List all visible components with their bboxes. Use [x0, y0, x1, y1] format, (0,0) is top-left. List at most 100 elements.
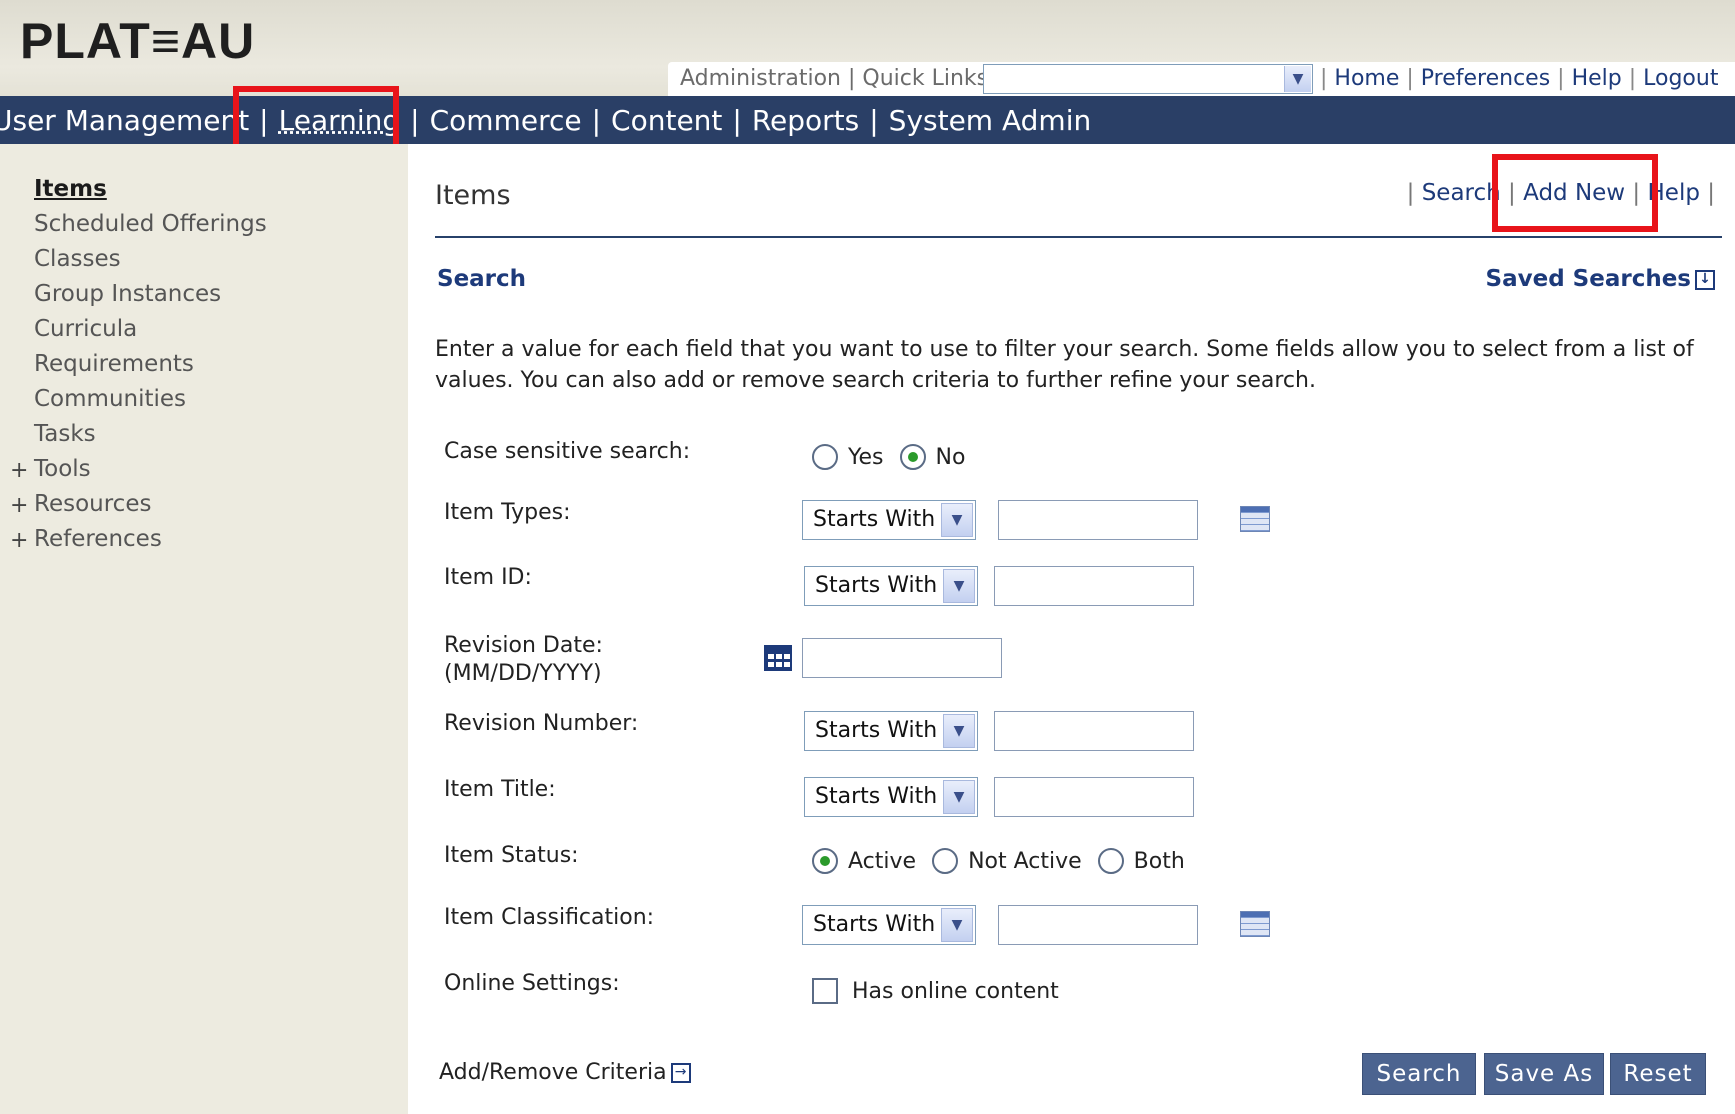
case-sensitive-no-radio[interactable] [899, 444, 926, 470]
item-title-input[interactable] [994, 777, 1194, 817]
item-types-label: Item Types: [444, 500, 571, 525]
sidebar-item-curricula[interactable]: Curricula [34, 316, 137, 342]
item-id-input[interactable] [994, 566, 1194, 606]
sidebar-item-tools[interactable]: Tools [34, 456, 91, 482]
sidebar-item-scheduled-offerings[interactable]: Scheduled Offerings [34, 211, 267, 237]
revision-number-operator-select[interactable]: Starts With ▼ [804, 711, 978, 751]
main-nav: User Management | Learning | Commerce | … [0, 96, 1735, 144]
revision-date-input[interactable] [802, 638, 1002, 678]
nav-commerce[interactable]: Commerce [424, 104, 588, 137]
action-links: | Search | Add New | Help | [1406, 180, 1715, 206]
help-link[interactable]: Help [1572, 66, 1622, 91]
chevron-down-icon[interactable]: ▼ [943, 714, 975, 748]
sidebar-item-items[interactable]: Items [34, 176, 107, 202]
chevron-down-icon[interactable]: ▼ [943, 569, 975, 603]
chevron-down-icon[interactable]: ▼ [941, 908, 973, 942]
item-classification-input[interactable] [998, 905, 1198, 945]
has-online-content-checkbox[interactable] [812, 978, 838, 1004]
search-link[interactable]: Search [1422, 180, 1501, 206]
revision-number-label: Revision Number: [444, 711, 639, 736]
item-types-operator-select[interactable]: Starts With ▼ [802, 500, 976, 540]
chevron-down-icon[interactable]: ▼ [943, 780, 975, 814]
item-classification-label: Item Classification: [444, 905, 655, 930]
add-remove-criteria-link[interactable]: Add/Remove Criteria → [439, 1060, 691, 1085]
case-sensitive-radio-group: Yes No [812, 444, 981, 470]
item-status-active-radio[interactable] [812, 848, 838, 874]
expand-down-icon[interactable]: ↓ [1695, 269, 1715, 290]
case-sensitive-no-label: No [935, 444, 966, 470]
reset-button[interactable]: Reset [1610, 1053, 1706, 1095]
sidebar-item-references[interactable]: References [34, 526, 162, 552]
has-online-content-label: Has online content [852, 979, 1059, 1004]
item-classification-operator-value: Starts With [813, 912, 936, 937]
page-title: Items [435, 180, 511, 211]
administration-quick-links-label: Administration | Quick Links: [680, 66, 996, 91]
item-id-operator-value: Starts With [815, 573, 938, 598]
item-id-label: Item ID: [444, 565, 532, 590]
quick-links-select[interactable]: ▼ [983, 64, 1313, 94]
saved-searches-toggle[interactable]: Saved Searches ↓ [1486, 266, 1715, 292]
expand-resources-icon[interactable]: + [10, 493, 28, 518]
case-sensitive-label: Case sensitive search: [444, 439, 691, 464]
case-sensitive-yes-label: Yes [848, 444, 884, 470]
utility-bar: Administration | Quick Links: ▼ | Home |… [668, 62, 1735, 96]
search-button[interactable]: Search [1362, 1053, 1476, 1095]
search-heading: Search [437, 266, 527, 292]
help-action-link[interactable]: Help [1648, 180, 1700, 206]
item-status-both-radio[interactable] [1097, 848, 1124, 874]
lookup-list-icon[interactable] [1240, 911, 1270, 937]
sidebar-item-requirements[interactable]: Requirements [34, 351, 194, 377]
nav-reports[interactable]: Reports [746, 104, 865, 137]
item-types-input[interactable] [998, 500, 1198, 540]
save-as-button[interactable]: Save As [1484, 1053, 1604, 1095]
header: PLAT≡AU Administration | Quick Links: ▼ … [0, 0, 1735, 96]
lookup-list-icon[interactable] [1240, 506, 1270, 532]
search-instructions: Enter a value for each field that you wa… [435, 337, 1694, 393]
item-status-radio-group: Active Not Active Both [812, 848, 1201, 874]
home-link[interactable]: Home [1334, 66, 1399, 91]
utility-links: | Home | Preferences | Help | Logout [1320, 66, 1719, 91]
add-new-link[interactable]: Add New [1523, 180, 1625, 206]
revision-number-operator-value: Starts With [815, 718, 938, 743]
sidebar-item-communities[interactable]: Communities [34, 386, 186, 412]
item-id-operator-select[interactable]: Starts With ▼ [804, 566, 978, 606]
item-status-active-label: Active [848, 848, 917, 874]
case-sensitive-yes-radio[interactable] [812, 444, 838, 470]
add-remove-criteria-label: Add/Remove Criteria [439, 1060, 667, 1085]
item-status-both-label: Both [1133, 848, 1185, 874]
sidebar-item-classes[interactable]: Classes [34, 246, 121, 272]
nav-content[interactable]: Content [605, 104, 728, 137]
calendar-icon[interactable] [764, 645, 792, 671]
preferences-link[interactable]: Preferences [1421, 66, 1550, 91]
item-title-label: Item Title: [444, 777, 556, 802]
plateau-logo: PLAT≡AU [20, 13, 256, 69]
item-classification-operator-select[interactable]: Starts With ▼ [802, 905, 976, 945]
logout-link[interactable]: Logout [1643, 66, 1718, 91]
chevron-down-icon[interactable]: ▼ [1284, 66, 1311, 92]
nav-user-management[interactable]: User Management [0, 104, 255, 137]
saved-searches-label: Saved Searches [1485, 266, 1691, 292]
item-title-operator-value: Starts With [815, 784, 938, 809]
expand-right-icon[interactable]: → [670, 1063, 691, 1083]
revision-date-label: Revision Date: (MM/DD/YYYY) [444, 632, 603, 688]
expand-tools-icon[interactable]: + [10, 458, 28, 483]
online-settings-label: Online Settings: [444, 971, 620, 996]
item-status-label: Item Status: [444, 843, 579, 868]
revision-number-input[interactable] [994, 711, 1194, 751]
item-status-not-active-label: Not Active [968, 848, 1082, 874]
nav-system-admin[interactable]: System Admin [883, 104, 1098, 137]
revision-date-format: (MM/DD/YYYY) [444, 661, 602, 686]
sidebar-item-group-instances[interactable]: Group Instances [34, 281, 221, 307]
expand-references-icon[interactable]: + [10, 528, 28, 553]
title-divider [435, 236, 1722, 238]
sidebar: Items Scheduled Offerings Classes Group … [0, 144, 408, 1114]
main-content: Items | Search | Add New | Help | Search… [408, 144, 1735, 1114]
item-status-not-active-radio[interactable] [932, 848, 959, 874]
chevron-down-icon[interactable]: ▼ [941, 503, 973, 537]
revision-date-label-text: Revision Date: [444, 633, 603, 658]
sidebar-item-resources[interactable]: Resources [34, 491, 151, 517]
nav-learning[interactable]: Learning [273, 104, 407, 137]
sidebar-item-tasks[interactable]: Tasks [34, 421, 96, 447]
item-types-operator-value: Starts With [813, 507, 936, 532]
item-title-operator-select[interactable]: Starts With ▼ [804, 777, 978, 817]
